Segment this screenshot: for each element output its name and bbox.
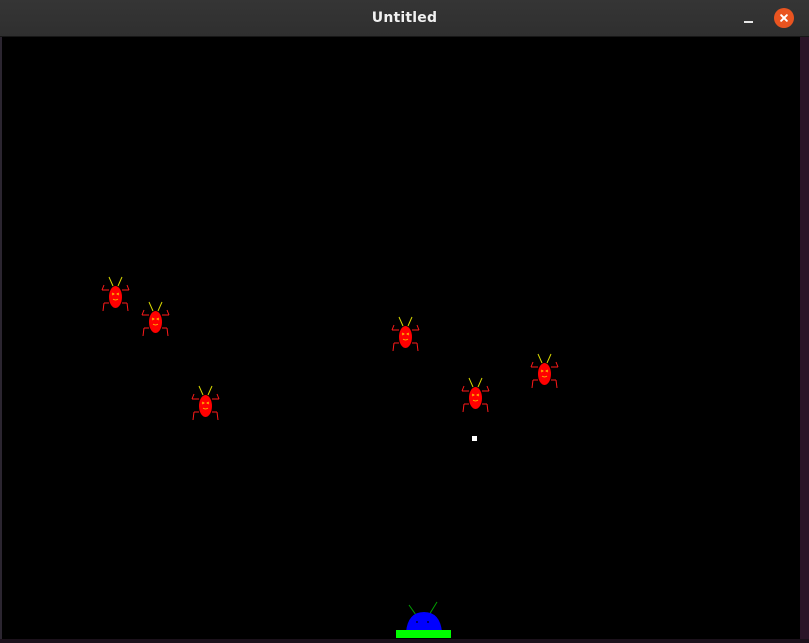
- window-title: Untitled: [371, 10, 438, 26]
- close-button[interactable]: [774, 8, 794, 28]
- window-titlebar[interactable]: Untitled: [0, 0, 809, 37]
- game-window: Untitled: [0, 0, 809, 643]
- red-bug-enemy: [101, 276, 130, 312]
- game-canvas[interactable]: [2, 37, 800, 639]
- blue-player-ship[interactable]: [394, 598, 452, 640]
- red-bug-enemy: [141, 301, 170, 337]
- red-bug-enemy: [191, 385, 220, 421]
- red-bug-enemy: [391, 316, 420, 352]
- minimize-button[interactable]: [738, 8, 760, 30]
- white-bullet: [472, 436, 477, 441]
- window-right-border: [800, 37, 809, 643]
- red-bug-enemy: [530, 353, 559, 389]
- red-bug-enemy: [461, 377, 490, 413]
